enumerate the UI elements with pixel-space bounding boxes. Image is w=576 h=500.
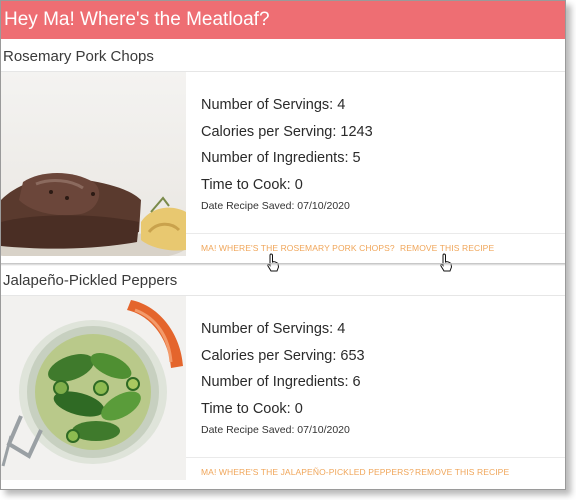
- recipe-title: Rosemary Pork Chops: [1, 45, 565, 72]
- find-recipe-link[interactable]: Ma! Where's the Jalapeño-Pickled Peppers…: [201, 467, 414, 477]
- card-actions: Ma! Where's the Rosemary Pork Chops? Rem…: [186, 233, 565, 272]
- pork-chops-photo: [1, 72, 186, 256]
- cook-time-text: Time to Cook: 0: [201, 400, 303, 417]
- remove-recipe-link[interactable]: Remove this recipe: [400, 243, 494, 253]
- servings-text: Number of Servings: 4: [201, 321, 346, 337]
- remove-recipe-link[interactable]: Remove this recipe: [415, 467, 509, 477]
- servings-text: Number of Servings: 4: [201, 97, 346, 113]
- cook-time-text: Time to Cook: 0: [201, 176, 303, 193]
- pickled-peppers-jar-photo: [1, 296, 186, 480]
- app-window: Hey Ma! Where's the Meatloaf? Rosemary P…: [0, 0, 566, 490]
- ingredients-text: Number of Ingredients: 6: [201, 374, 361, 390]
- app-title: Hey Ma! Where's the Meatloaf?: [4, 9, 270, 30]
- card-actions: Ma! Where's the Jalapeño-Pickled Peppers…: [186, 457, 565, 488]
- find-recipe-link[interactable]: Ma! Where's the Rosemary Pork Chops?: [201, 243, 395, 253]
- recipe-title: Jalapeño-Pickled Peppers: [1, 269, 565, 296]
- recipe-card: Jalapeño-Pickled Peppers Number of Servi…: [1, 269, 565, 489]
- card-divider: [1, 263, 565, 266]
- calories-text: Calories per Serving: 653: [201, 347, 365, 364]
- recipe-card: Rosemary Pork Chops Number of Servings: …: [1, 45, 565, 272]
- ingredients-text: Number of Ingredients: 5: [201, 150, 361, 166]
- date-saved-text: Date Recipe Saved: 07/10/2020: [201, 200, 350, 212]
- app-header: Hey Ma! Where's the Meatloaf?: [1, 1, 565, 39]
- recipe-details: Number of Servings: 4 Calories per Servi…: [201, 296, 565, 436]
- recipe-details: Number of Servings: 4 Calories per Servi…: [201, 72, 565, 212]
- calories-text: Calories per Serving: 1243: [201, 123, 373, 140]
- date-saved-text: Date Recipe Saved: 07/10/2020: [201, 424, 350, 436]
